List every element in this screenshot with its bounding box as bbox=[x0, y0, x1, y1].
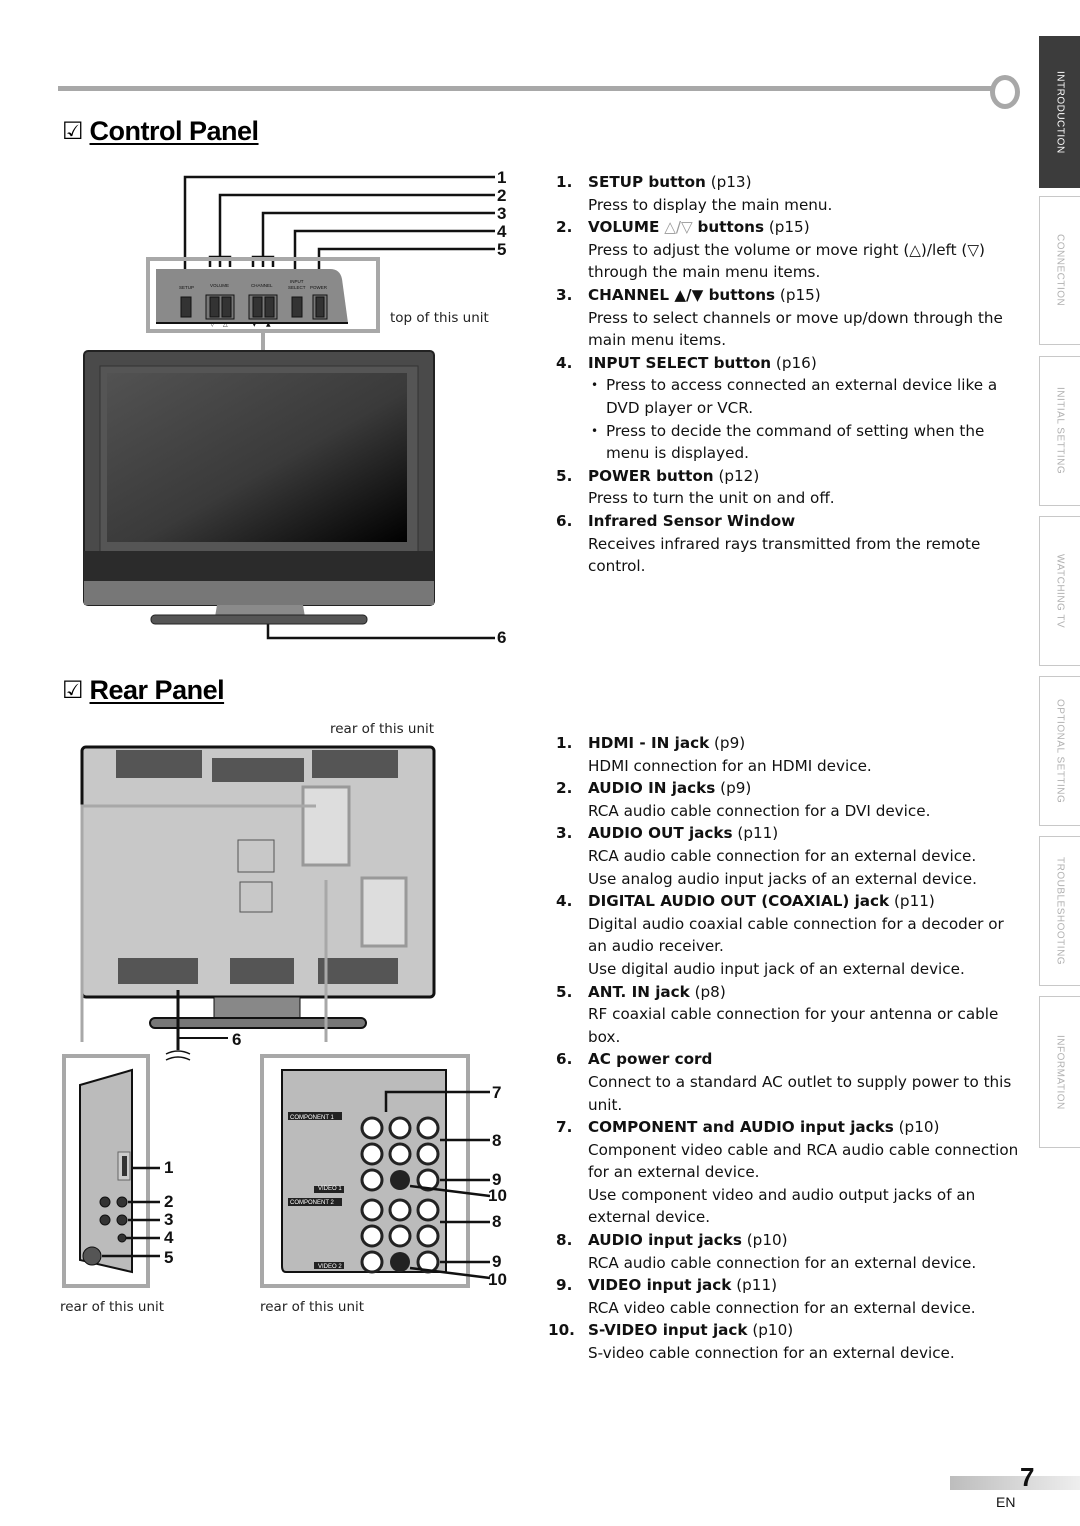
callout-6: 6 bbox=[497, 628, 507, 647]
caption-top-of-unit: top of this unit bbox=[390, 310, 489, 326]
vol-up-icon: △ bbox=[223, 321, 228, 328]
panel-label-volume: VOLUME bbox=[210, 283, 229, 288]
callout-rear-8b: 8 bbox=[492, 1212, 502, 1231]
rp-item-audio-out: 3. AUDIO OUT jacks (p11) RCA audio cable… bbox=[556, 824, 977, 888]
callout-rear-6: 6 bbox=[232, 1030, 242, 1049]
tab-troubleshooting[interactable]: TROUBLESHOOTING bbox=[1039, 836, 1080, 986]
callout-4: 4 bbox=[497, 222, 507, 241]
callout-rear-2: 2 bbox=[164, 1192, 174, 1211]
callout-1: 1 bbox=[497, 168, 507, 187]
checkbox-icon: ☑ bbox=[62, 677, 84, 704]
label-component-1: COMPONENT 1 bbox=[290, 1115, 334, 1121]
panel-label-channel: CHANNEL bbox=[251, 283, 273, 288]
callout-3: 3 bbox=[497, 204, 507, 223]
cp-item-input-select: 4. INPUT SELECT button (p16) Press to ac… bbox=[556, 352, 1026, 465]
cp-item-volume: 2. VOLUME △/▽ buttons (p15) Press to adj… bbox=[556, 218, 985, 282]
label-video-1: VIDEO 1 bbox=[318, 1186, 342, 1192]
caption-rear-left: rear of this unit bbox=[60, 1299, 165, 1315]
language-label: EN bbox=[996, 1494, 1016, 1510]
callout-rear-9b: 9 bbox=[492, 1252, 502, 1271]
callout-2: 2 bbox=[497, 186, 507, 205]
header-rule-ring bbox=[990, 75, 1020, 109]
cp-item-channel: 3. CHANNEL ▲/▼ buttons (p15) Press to se… bbox=[556, 285, 1003, 350]
callout-rear-5: 5 bbox=[164, 1248, 174, 1267]
callout-rear-7: 7 bbox=[492, 1083, 502, 1102]
callout-rear-4: 4 bbox=[164, 1228, 174, 1247]
control-panel-diagram: SETUP VOLUME CHANNEL INPUT SELECT POWER … bbox=[83, 175, 495, 640]
tab-watching-tv[interactable]: WATCHING TV bbox=[1039, 516, 1080, 666]
rear-panel-heading: ☑ Rear Panel bbox=[62, 675, 225, 705]
rp-item-audio-input: 8. AUDIO input jacks (p10) RCA audio cab… bbox=[556, 1231, 977, 1272]
cp-item-setup: 1. SETUP button (p13) Press to display t… bbox=[556, 173, 833, 214]
rp-item-video-input: 9. VIDEO input jack (p11) RCA video cabl… bbox=[556, 1276, 976, 1317]
label-component-2: COMPONENT 2 bbox=[290, 1200, 334, 1206]
checkbox-icon: ☑ bbox=[62, 118, 84, 145]
caption-rear-right: rear of this unit bbox=[260, 1299, 365, 1315]
cp-item-infrared: 6. Infrared Sensor Window Receives infra… bbox=[556, 511, 981, 576]
rear-panel-diagram bbox=[62, 745, 491, 1288]
callout-rear-3: 3 bbox=[164, 1210, 174, 1229]
callout-rear-10a: 10 bbox=[488, 1186, 507, 1205]
page-number: 7 bbox=[1020, 1462, 1035, 1492]
control-panel-heading: ☑ Control Panel bbox=[62, 116, 259, 146]
callout-5: 5 bbox=[497, 240, 507, 259]
callout-rear-8a: 8 bbox=[492, 1131, 502, 1150]
rp-item-component: 7. COMPONENT and AUDIO input jacks (p10)… bbox=[556, 1118, 1019, 1227]
ch-up-icon: ▲ bbox=[266, 321, 271, 328]
page-number-bar bbox=[950, 1476, 1080, 1490]
rear-panel-descriptions: 1. HDMI - IN jack (p9) HDMI connection f… bbox=[548, 732, 1026, 1365]
tab-introduction[interactable]: INTRODUCTION bbox=[1039, 36, 1080, 188]
rp-item-hdmi: 1. HDMI - IN jack (p9) HDMI connection f… bbox=[556, 734, 872, 775]
tab-initial-setting[interactable]: INITIAL SETTING bbox=[1039, 356, 1080, 506]
rp-item-audio-in: 2. AUDIO IN jacks (p9) RCA audio cable c… bbox=[556, 779, 931, 820]
rp-item-digital-audio-out: 4. DIGITAL AUDIO OUT (COAXIAL) jack (p11… bbox=[556, 892, 1004, 978]
panel-label-select: SELECT bbox=[288, 285, 306, 290]
callout-rear-1: 1 bbox=[164, 1158, 174, 1177]
label-video-2: VIDEO 2 bbox=[318, 1264, 342, 1270]
panel-label-power: POWER bbox=[310, 285, 328, 290]
ch-down-icon: ▼ bbox=[252, 321, 257, 328]
caption-rear-main: rear of this unit bbox=[330, 721, 435, 737]
tab-optional-setting[interactable]: OPTIONAL SETTING bbox=[1039, 676, 1080, 826]
header-rule bbox=[58, 86, 996, 91]
panel-label-input: INPUT bbox=[290, 279, 304, 284]
tab-connection[interactable]: CONNECTION bbox=[1039, 196, 1080, 345]
panel-label-setup: SETUP bbox=[179, 285, 194, 290]
tab-information[interactable]: INFORMATION bbox=[1039, 996, 1080, 1148]
vol-down-icon: ▽ bbox=[210, 321, 215, 328]
rp-item-ant-in: 5. ANT. IN jack (p8) RF coaxial cable co… bbox=[556, 982, 999, 1046]
cp-item-power: 5. POWER button (p12) Press to turn the … bbox=[556, 466, 835, 508]
rp-item-ac-cord: 6. AC power cord Connect to a standard A… bbox=[556, 1050, 1012, 1114]
volume-triangles-icon: △/▽ bbox=[664, 218, 693, 237]
rp-item-svideo-input: 10. S-VIDEO input jack (p10) S-video cab… bbox=[548, 1321, 955, 1363]
callout-rear-10b: 10 bbox=[488, 1270, 507, 1289]
control-panel-descriptions: 1. SETUP button (p13) Press to display t… bbox=[556, 171, 1026, 578]
